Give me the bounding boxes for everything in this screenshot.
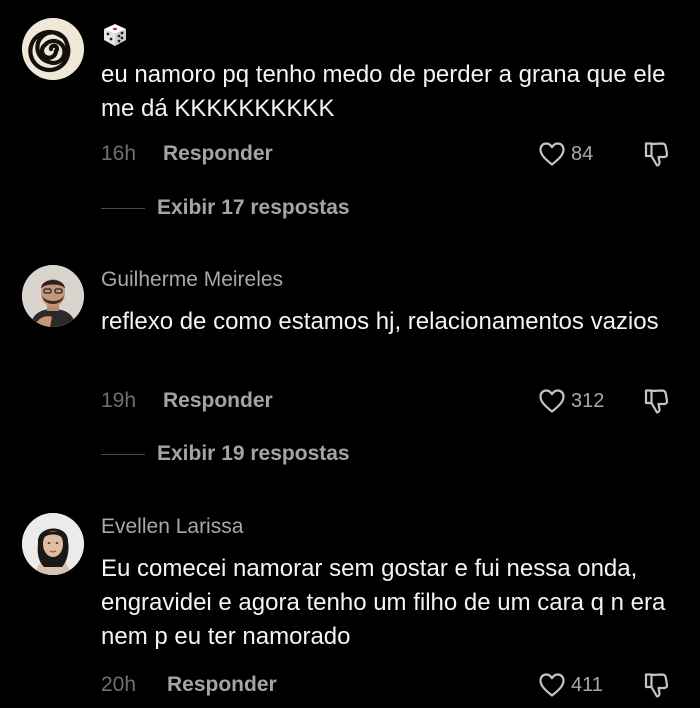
spiral-icon bbox=[22, 18, 84, 80]
comment-time: 16h bbox=[101, 142, 137, 165]
thumbs-down-icon[interactable] bbox=[642, 671, 670, 699]
thumbs-down-icon[interactable] bbox=[642, 140, 670, 168]
reply-button[interactable]: Responder bbox=[163, 139, 273, 169]
comment-time: 20h bbox=[101, 673, 137, 696]
like-count: 411 bbox=[571, 674, 603, 696]
comment-text: reflexo de como estamos hj, relacionamen… bbox=[101, 308, 659, 335]
thumbs-down-icon[interactable] bbox=[642, 387, 670, 415]
dice-icon bbox=[101, 20, 129, 48]
comment-time: 19h bbox=[101, 389, 137, 412]
person-photo-icon bbox=[22, 513, 84, 575]
avatar[interactable] bbox=[22, 513, 84, 575]
heart-icon[interactable] bbox=[538, 388, 566, 414]
comment-text: eu namoro pq tenho medo de perder a gran… bbox=[101, 61, 666, 122]
view-replies-button[interactable]: Exibir 17 respostas bbox=[101, 193, 501, 223]
person-photo-icon bbox=[22, 265, 84, 327]
heart-icon[interactable] bbox=[538, 672, 566, 698]
view-replies-button[interactable]: Exibir 19 respostas bbox=[101, 439, 501, 469]
comment-actions: 20h Responder 411 bbox=[101, 670, 681, 700]
comment-username[interactable]: Evellen Larissa bbox=[101, 514, 243, 540]
comment-username[interactable]: Guilherme Meireles bbox=[101, 267, 283, 293]
replies-divider bbox=[101, 208, 145, 209]
comment-actions: 16h Responder 84 bbox=[101, 139, 681, 169]
avatar[interactable] bbox=[22, 18, 84, 80]
view-replies-label: Exibir 19 respostas bbox=[157, 442, 350, 465]
like-count: 84 bbox=[571, 143, 594, 165]
reply-button[interactable]: Responder bbox=[163, 386, 273, 416]
view-replies-label: Exibir 17 respostas bbox=[157, 196, 350, 219]
replies-divider bbox=[101, 454, 145, 455]
like-count: 312 bbox=[571, 390, 605, 412]
reply-button[interactable]: Responder bbox=[167, 670, 277, 700]
avatar[interactable] bbox=[22, 265, 84, 327]
comment-text: Eu comecei namorar sem gostar e fui ness… bbox=[101, 555, 666, 650]
heart-icon[interactable] bbox=[538, 141, 566, 167]
comment-actions: 19h Responder 312 bbox=[101, 386, 681, 416]
